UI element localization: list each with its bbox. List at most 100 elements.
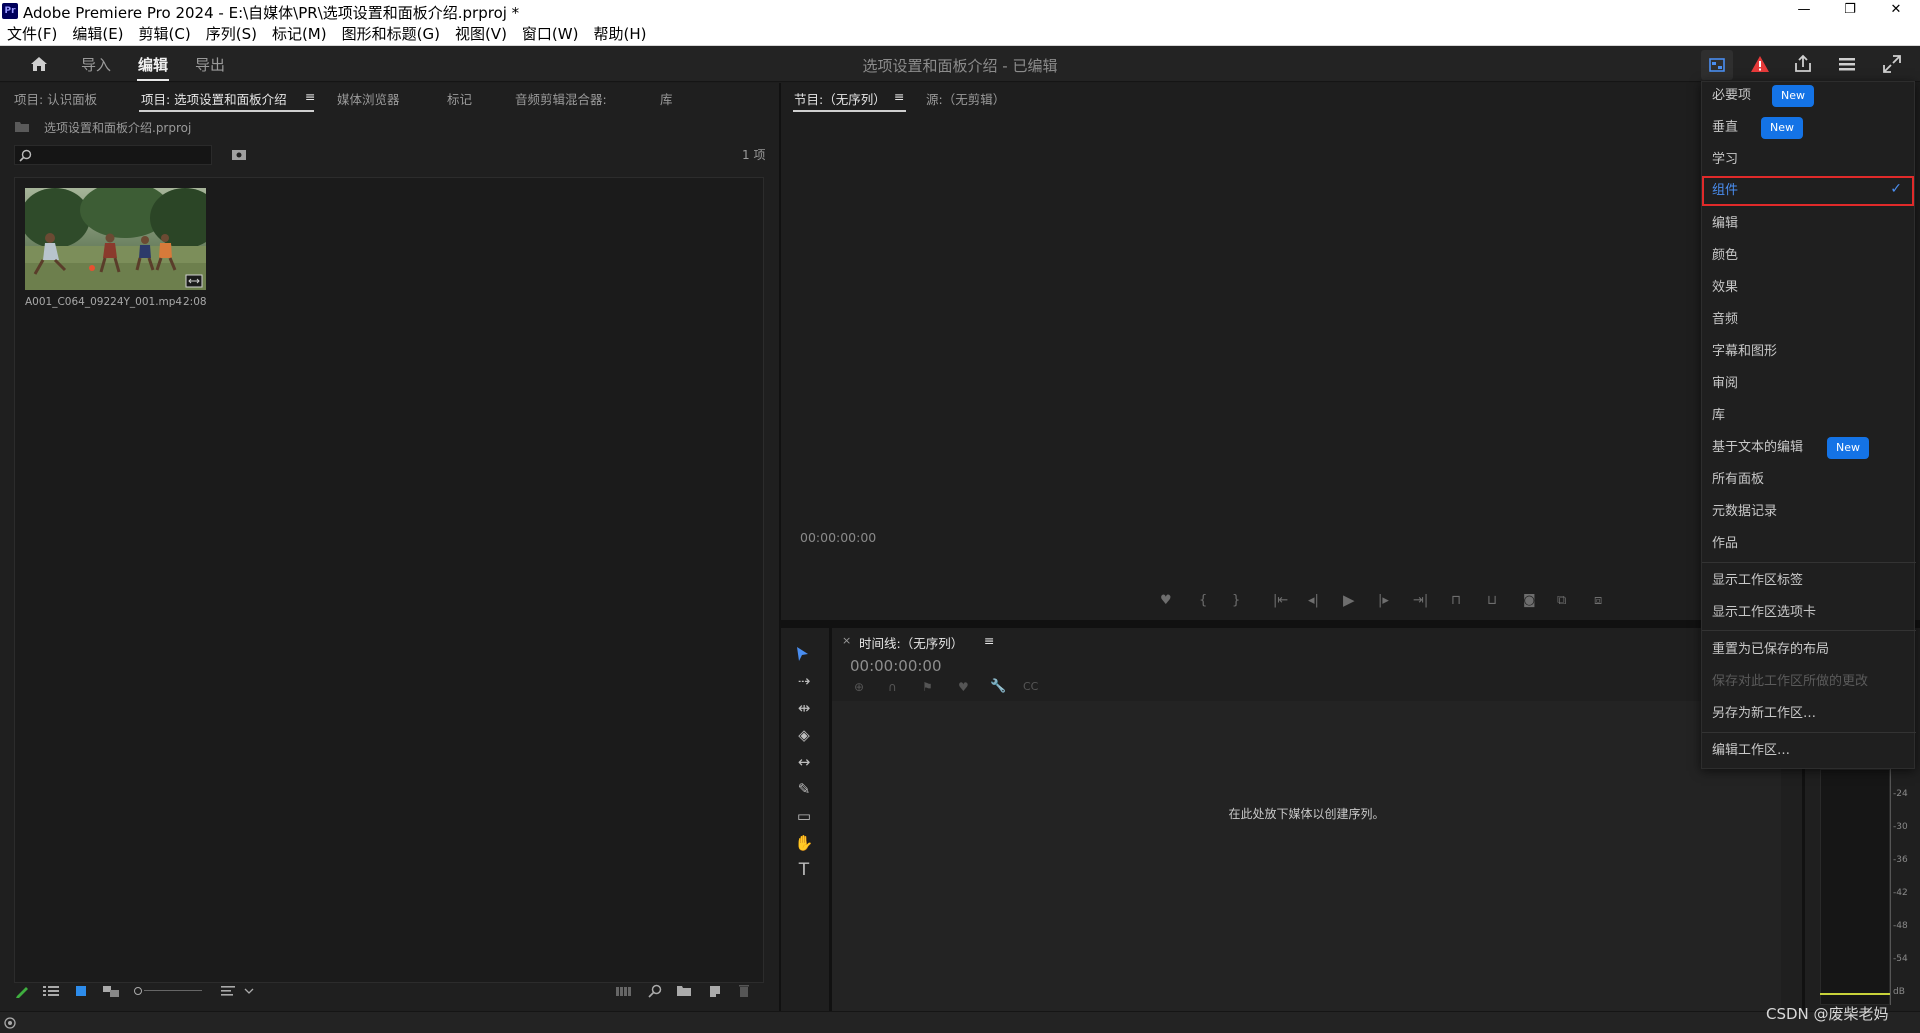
workspace-assembly[interactable]: 组件 ✓: [1702, 176, 1914, 206]
type-tool-icon[interactable]: T: [792, 859, 816, 881]
program-panel-menu-icon[interactable]: ≡: [894, 89, 904, 104]
lift-icon[interactable]: ⊓: [1451, 593, 1461, 608]
new-item-icon[interactable]: [707, 983, 723, 999]
timeline-title[interactable]: 时间线:（无序列）: [859, 633, 963, 652]
go-to-in-icon[interactable]: |⇤: [1273, 593, 1288, 608]
wrench-icon[interactable]: 🔧: [990, 679, 1006, 694]
tab-project-recognize[interactable]: 项目: 认识面板: [14, 89, 97, 108]
icon-view-icon[interactable]: [74, 984, 88, 998]
tab-project-current[interactable]: 项目: 选项设置和面板介绍: [141, 89, 287, 108]
tab-source[interactable]: 源:（无剪辑）: [926, 89, 1005, 108]
maximize-button[interactable]: ❐: [1827, 0, 1873, 22]
zoom-slider[interactable]: [134, 987, 202, 995]
tab-media-browser[interactable]: 媒体浏览器: [337, 89, 400, 108]
workspace-learning[interactable]: 学习: [1702, 146, 1916, 174]
background-tasks-icon[interactable]: [3, 1016, 17, 1030]
workspace-effects[interactable]: 效果: [1702, 274, 1916, 302]
captions-icon[interactable]: CC: [1023, 680, 1038, 693]
step-forward-icon[interactable]: |▸: [1378, 593, 1389, 608]
mark-out-icon[interactable]: }: [1232, 593, 1240, 608]
workspace-review[interactable]: 审阅: [1702, 370, 1916, 398]
close-button[interactable]: ✕: [1873, 0, 1919, 22]
timeline-timecode[interactable]: 00:00:00:00: [850, 657, 942, 675]
ripple-edit-tool-icon[interactable]: ⇹: [792, 697, 816, 719]
menu-markers[interactable]: 标记(M): [272, 23, 327, 44]
menu-clip[interactable]: 剪辑(C): [139, 23, 191, 44]
close-timeline-icon[interactable]: ×: [842, 634, 851, 647]
list-view-icon[interactable]: [42, 984, 60, 998]
freeform-view-icon[interactable]: [102, 984, 120, 998]
export-frame-icon[interactable]: ◙: [1523, 593, 1536, 608]
workspace-metadata-logging[interactable]: 元数据记录: [1702, 498, 1916, 526]
workspace-libraries[interactable]: 库: [1702, 402, 1916, 430]
menu-file[interactable]: 文件(F): [7, 23, 57, 44]
automate-to-sequence-icon[interactable]: [615, 984, 633, 998]
trash-icon[interactable]: [737, 983, 751, 999]
reset-to-saved-layout[interactable]: 重置为已保存的布局: [1702, 636, 1916, 664]
program-timecode[interactable]: 00:00:00:00: [800, 530, 876, 545]
hand-tool-icon[interactable]: ✋: [792, 832, 816, 854]
tab-program[interactable]: 节目:（无序列）: [794, 89, 886, 108]
track-select-tool-icon[interactable]: ⇢: [792, 670, 816, 692]
edit-workspaces[interactable]: 编辑工作区…: [1702, 737, 1916, 765]
workspace-essentials[interactable]: 必要项 New: [1702, 82, 1916, 110]
show-workspace-tabs[interactable]: 显示工作区选项卡: [1702, 599, 1916, 627]
tab-markers[interactable]: 标记: [447, 89, 472, 108]
timeline-menu-icon[interactable]: ≡: [984, 633, 994, 648]
insert-icon[interactable]: ⧉: [1557, 593, 1566, 608]
workspace-text-based-editing[interactable]: 基于文本的编辑 New: [1702, 434, 1916, 462]
rectangle-tool-icon[interactable]: ▭: [792, 805, 816, 827]
menu-window[interactable]: 窗口(W): [522, 23, 579, 44]
workspaces-button[interactable]: [1701, 50, 1733, 80]
go-to-out-icon[interactable]: ⇥|: [1413, 593, 1428, 608]
add-marker-icon[interactable]: ♥: [1160, 593, 1172, 608]
quick-export-icon[interactable]: [1836, 53, 1858, 75]
new-bin-icon[interactable]: [676, 984, 692, 998]
pen-tool-icon[interactable]: ✎: [792, 778, 816, 800]
write-lock-icon[interactable]: [14, 983, 30, 999]
tab-libraries[interactable]: 库: [660, 89, 673, 108]
zoom-slider-handle[interactable]: [134, 987, 142, 995]
panel-menu-icon[interactable]: ≡: [305, 89, 315, 104]
soccer-clip-thumbnail-image: [20, 182, 220, 290]
add-marker-timeline-icon[interactable]: ♥: [958, 680, 969, 694]
warning-icon[interactable]: [1749, 53, 1771, 75]
workspace-audio[interactable]: 音频: [1702, 306, 1916, 334]
workspace-all-panels[interactable]: 所有面板: [1702, 466, 1916, 494]
new-search-bin-icon[interactable]: [231, 148, 247, 161]
show-workspace-labels[interactable]: 显示工作区标签: [1702, 567, 1916, 595]
clip-thumbnail[interactable]: [20, 182, 220, 290]
extract-icon[interactable]: ⊔: [1487, 593, 1497, 608]
chevron-down-icon[interactable]: [244, 987, 254, 995]
step-back-icon[interactable]: ◂|: [1308, 593, 1319, 608]
menu-sequence[interactable]: 序列(S): [206, 23, 257, 44]
find-icon[interactable]: [647, 983, 663, 999]
mark-in-icon[interactable]: {: [1199, 593, 1207, 608]
workspace-captions-graphics[interactable]: 字幕和图形: [1702, 338, 1916, 366]
selection-tool-icon[interactable]: [793, 645, 811, 663]
fullscreen-icon[interactable]: [1881, 53, 1903, 75]
menu-view[interactable]: 视图(V): [455, 23, 507, 44]
timeline-drop-area[interactable]: 在此处放下媒体以创建序列。: [832, 701, 1781, 1011]
overwrite-icon[interactable]: ⧈: [1594, 593, 1602, 608]
menu-edit[interactable]: 编辑(E): [72, 23, 123, 44]
workspace-color[interactable]: 颜色: [1702, 242, 1916, 270]
linked-selection-icon[interactable]: ⚑: [922, 680, 933, 694]
share-icon[interactable]: [1792, 53, 1814, 75]
workspace-production[interactable]: 作品: [1702, 530, 1916, 558]
menu-graphics[interactable]: 图形和标题(G): [342, 23, 440, 44]
tab-audio-clip-mixer[interactable]: 音频剪辑混合器:: [515, 89, 607, 108]
play-icon[interactable]: ▶: [1343, 591, 1355, 609]
workspace-editing[interactable]: 编辑: [1702, 210, 1916, 238]
menu-help[interactable]: 帮助(H): [593, 23, 646, 44]
workspace-vertical[interactable]: 垂直 New: [1702, 114, 1916, 142]
razor-tool-icon[interactable]: ◈: [792, 724, 816, 746]
insert-nest-icon[interactable]: ⊕: [854, 680, 864, 694]
minimize-button[interactable]: —: [1781, 0, 1827, 22]
project-search-input[interactable]: [14, 145, 212, 165]
slip-tool-icon[interactable]: ↔: [792, 751, 816, 773]
sort-icon[interactable]: [220, 984, 236, 998]
save-as-new-workspace[interactable]: 另存为新工作区…: [1702, 700, 1916, 728]
meter-scale-line: [1890, 769, 1891, 1005]
snap-icon[interactable]: ∩: [888, 680, 897, 694]
